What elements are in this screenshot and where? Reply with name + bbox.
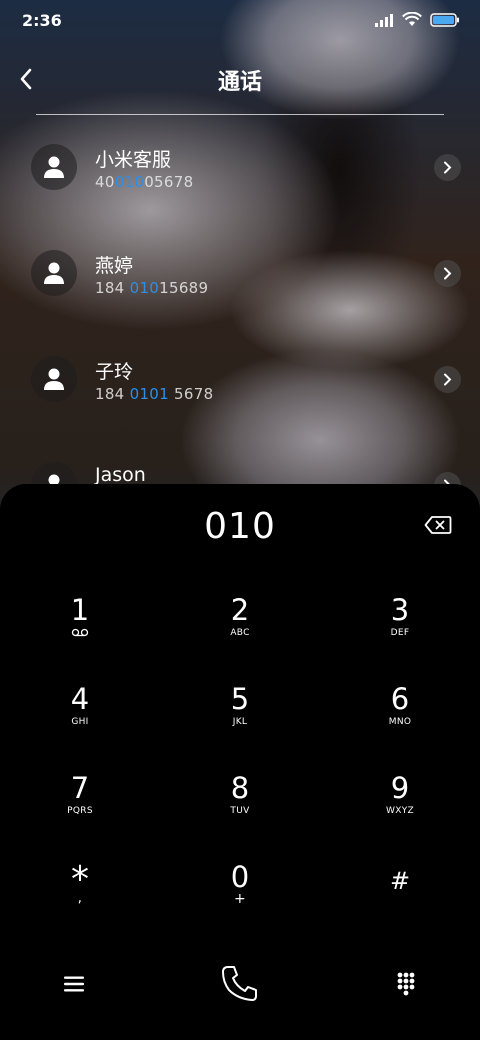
key-5[interactable]: 5 JKL [180,683,300,763]
key-2[interactable]: 2 ABC [180,594,300,674]
key-3[interactable]: 3 DEF [340,594,460,674]
call-icon [222,966,257,1001]
avatar [31,356,77,402]
key-0[interactable]: 0 + [180,861,300,941]
contact-detail-button[interactable] [434,366,461,393]
signal-icon [375,13,393,27]
dialer-panel: 010 1 2 ABC 3 DEF 4 GHI 5 JKL 6 MNO 7 PQ… [0,484,480,1040]
chevron-right-icon [444,373,452,386]
person-icon [44,156,64,178]
key-star[interactable]: * , [20,861,140,941]
contact-item[interactable]: 子玲 184 0101 5678 [0,332,480,432]
call-button[interactable] [214,960,266,1008]
key-4[interactable]: 4 GHI [20,683,140,763]
chevron-right-icon [444,161,452,174]
key-7[interactable]: 7 PQRS [20,772,140,852]
backspace-button[interactable] [424,515,452,537]
avatar [31,144,77,190]
key-9[interactable]: 9 WXYZ [340,772,460,852]
contact-number: 184 0101 5678 [95,385,214,403]
person-icon [44,368,64,390]
dialed-number: 010 [204,506,276,547]
contact-name: Jason [95,464,146,486]
person-icon [44,262,64,284]
backspace-icon [424,516,452,534]
contact-detail-button[interactable] [434,154,461,181]
voicemail-icon [71,628,89,637]
contact-item[interactable]: 小米客服 4001005678 [0,120,480,220]
key-8[interactable]: 8 TUV [180,772,300,852]
contact-name: 子玲 [95,361,134,383]
contact-detail-button[interactable] [434,260,461,287]
menu-icon [64,976,84,992]
contact-number: 184 01015689 [95,279,209,297]
status-bar: 2:36 [0,0,480,42]
dialpad-toggle-button[interactable] [388,964,424,1004]
bottom-bar [0,956,480,1016]
contact-number: 4001005678 [95,173,194,191]
wifi-icon [402,12,422,26]
header: 通话 [0,56,480,102]
key-6[interactable]: 6 MNO [340,683,460,763]
page-title: 通话 [217,70,262,95]
contact-name: 燕婷 [95,255,134,277]
key-1[interactable]: 1 [20,594,140,674]
contact-item[interactable]: 燕婷 184 01015689 [0,226,480,326]
menu-button[interactable] [56,964,92,1004]
contact-name: 小米客服 [95,149,172,171]
battery-icon [430,12,459,27]
header-divider [36,114,444,115]
dialpad-icon [397,972,415,996]
avatar [31,250,77,296]
key-hash[interactable]: # [340,861,460,941]
chevron-right-icon [444,267,452,280]
status-time: 2:36 [22,11,62,30]
